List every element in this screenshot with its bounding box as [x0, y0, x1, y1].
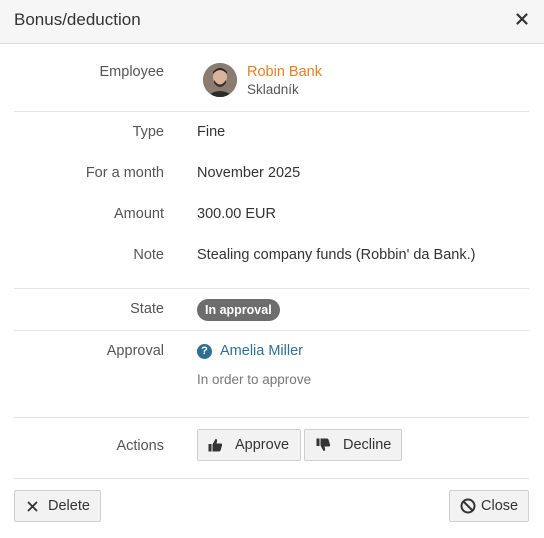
divider: [14, 288, 529, 289]
divider: [14, 330, 529, 331]
divider: [14, 111, 529, 112]
divider: [14, 478, 529, 479]
bonus-deduction-dialog: Bonus/deduction Employee Robin Bank Skla…: [0, 0, 544, 538]
approver-name-link[interactable]: Amelia Miller: [220, 343, 303, 359]
note-value: Stealing company funds (Robbin' da Bank.…: [197, 247, 476, 263]
avatar: [203, 63, 237, 97]
type-value: Fine: [197, 124, 226, 140]
employee-label: Employee: [99, 64, 164, 80]
close-icon[interactable]: [514, 11, 530, 27]
approval-status-text: In order to approve: [197, 372, 312, 387]
approve-button-label: Approve: [235, 437, 290, 453]
dialog-title: Bonus/deduction: [14, 10, 141, 29]
dialog-header: Bonus/deduction: [0, 0, 544, 44]
actions-label: Actions: [116, 438, 164, 454]
status-badge: In approval: [197, 299, 280, 321]
thumbs-up-icon: [207, 437, 223, 453]
close-button[interactable]: Close: [449, 490, 529, 522]
ban-icon: [460, 498, 476, 514]
decline-button-label: Decline: [343, 437, 392, 453]
divider: [14, 417, 529, 418]
close-icon: [24, 498, 40, 514]
delete-button[interactable]: Delete: [14, 490, 101, 522]
month-value: November 2025: [197, 165, 301, 181]
month-label: For a month: [85, 165, 164, 181]
question-circle-icon: ?: [197, 344, 212, 359]
state-label: State: [130, 301, 164, 317]
employee-name-link[interactable]: Robin Bank: [247, 64, 322, 80]
approval-label: Approval: [106, 343, 164, 359]
amount-label: Amount: [114, 206, 164, 222]
decline-button[interactable]: Decline: [304, 429, 402, 461]
delete-button-label: Delete: [48, 498, 90, 514]
close-button-label: Close: [481, 498, 519, 514]
thumbs-down-icon: [315, 437, 331, 453]
amount-value: 300.00 EUR: [197, 206, 276, 222]
approve-button[interactable]: Approve: [197, 429, 301, 461]
employee-role: Skladník: [247, 82, 299, 97]
note-label: Note: [133, 247, 164, 263]
type-label: Type: [132, 124, 164, 140]
